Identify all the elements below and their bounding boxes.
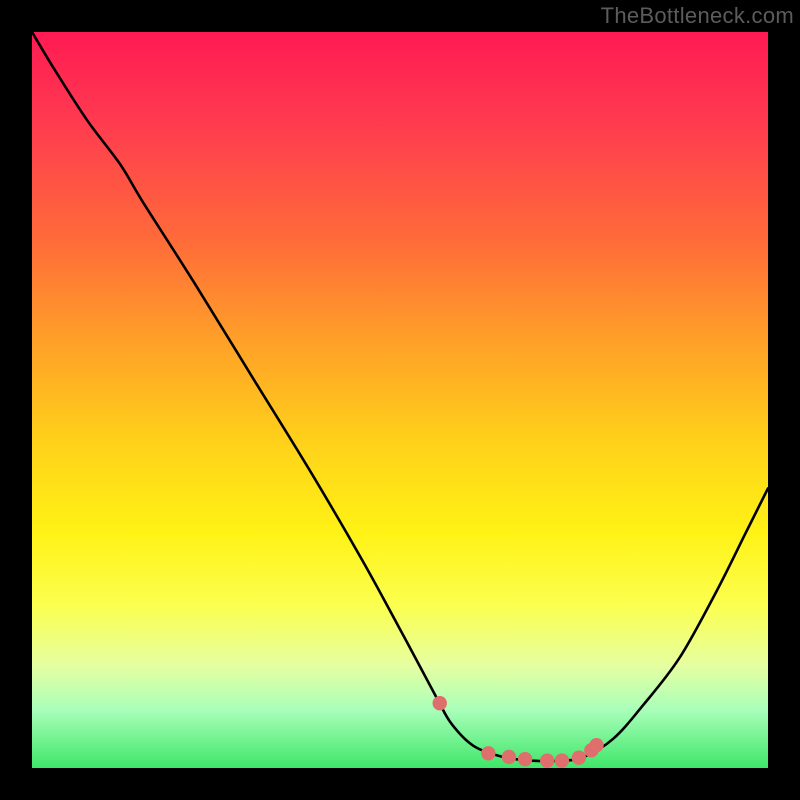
marker-point xyxy=(555,753,569,767)
chart-stage: TheBottleneck.com xyxy=(0,0,800,800)
marker-point xyxy=(518,752,532,766)
chart-svg xyxy=(32,32,768,768)
marker-point xyxy=(481,746,495,760)
bottleneck-curve xyxy=(32,32,768,761)
marker-point xyxy=(589,738,603,752)
marker-point xyxy=(572,751,586,765)
marker-point xyxy=(540,753,554,767)
watermark-text: TheBottleneck.com xyxy=(601,3,794,29)
marker-point xyxy=(433,696,447,710)
marker-point xyxy=(502,750,516,764)
curve-group xyxy=(32,32,768,761)
